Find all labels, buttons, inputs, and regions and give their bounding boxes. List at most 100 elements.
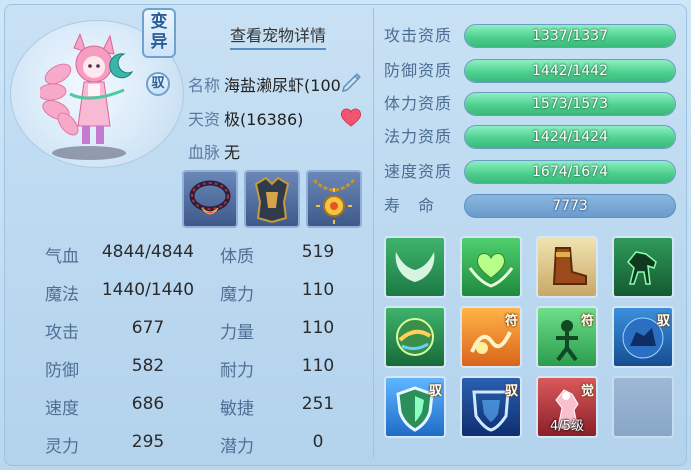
aptitude-label: 防御资质	[384, 61, 453, 80]
variant-badge-bottom: 异	[150, 32, 168, 52]
pet-talent-row: 天资 极(16386)	[188, 106, 303, 130]
awaken-skill-icon[interactable]: 觉 4/5级	[536, 376, 598, 438]
stat-value: 519	[301, 242, 335, 262]
stat-value: 110	[301, 280, 335, 300]
necklace-red-icon	[189, 180, 231, 215]
shield-skill-icon[interactable]: 驭	[384, 376, 446, 438]
pet-bloodline-row: 血脉无	[188, 139, 240, 163]
amulet-gold-icon	[312, 178, 356, 224]
rune-fire-skill-icon[interactable]: 符	[460, 306, 522, 368]
barrier-skill-icon[interactable]: 驭	[460, 376, 522, 438]
stat-row: 魔法 1440/1440 魔力 110	[40, 276, 370, 314]
equip-slot-1[interactable]	[182, 170, 238, 228]
aptitude-magic: 法力资质 1424/1424	[384, 125, 678, 149]
heart-icon[interactable]	[339, 106, 363, 128]
panel-divider	[373, 8, 374, 458]
horse-skill-icon[interactable]	[612, 236, 674, 298]
aptitude-label: 攻击资质	[384, 26, 453, 45]
talent-label: 天资	[188, 110, 221, 129]
skill-tag: 驭	[656, 314, 670, 329]
variant-badge-top: 变	[150, 12, 168, 32]
aptitude-value: 1573/1573	[532, 96, 608, 112]
aptitude-bar: 1424/1424	[464, 125, 676, 149]
stat-label: 敏捷	[220, 399, 254, 419]
skill-tag: 驭	[428, 384, 442, 399]
stat-row: 灵力 295 潜力 0	[40, 428, 370, 466]
pet-detail-window: 变 异 驭 查看宠物详情 名称 海盐濑尿虾(100 天资 极(16386) 血脉无	[0, 0, 691, 470]
variant-badge: 变 异	[142, 8, 176, 58]
heart-skill-icon[interactable]	[460, 236, 522, 298]
stat-row: 气血 4844/4844 体质 519	[40, 238, 370, 276]
stat-row: 攻击 677 力量 110	[40, 314, 370, 352]
boot-skill-icon[interactable]	[536, 236, 598, 298]
stat-label: 力量	[220, 323, 254, 343]
stat-row: 防御 582 耐力 110	[40, 352, 370, 390]
orb-skill-icon[interactable]	[384, 306, 446, 368]
stat-label: 魔法	[45, 285, 79, 305]
stat-label: 气血	[45, 247, 79, 267]
stat-label: 速度	[45, 399, 79, 419]
stat-row: 速度 686 敏捷 251	[40, 390, 370, 428]
talent-value: 极(16386)	[224, 110, 304, 129]
skill-tag: 符	[580, 314, 594, 329]
tame-badge: 驭	[146, 72, 170, 96]
wings-skill-icon[interactable]	[384, 236, 446, 298]
skill-level: 4/5级	[550, 419, 584, 434]
stat-label: 耐力	[220, 361, 254, 381]
empty-skill-slot[interactable]	[612, 376, 674, 438]
stat-label: 灵力	[45, 437, 79, 457]
stat-value: 110	[301, 318, 335, 338]
name-value: 海盐濑尿虾(100	[224, 76, 341, 95]
lifespan-value: 7773	[552, 198, 588, 214]
aptitude-value: 1674/1674	[532, 164, 608, 180]
stat-label: 潜力	[220, 437, 254, 457]
pet-name-row: 名称 海盐濑尿虾(100	[188, 72, 341, 96]
aptitude-speed: 速度资质 1674/1674	[384, 160, 678, 184]
aptitude-label: 法力资质	[384, 127, 453, 146]
aptitude-bar: 1674/1674	[464, 160, 676, 184]
stat-label: 魔力	[220, 285, 254, 305]
edit-name-icon[interactable]	[340, 70, 362, 92]
stat-value: 4844/4844	[101, 242, 195, 262]
lifespan-row: 寿 命 7773	[384, 194, 678, 218]
aptitude-defense: 防御资质 1442/1442	[384, 59, 678, 83]
aptitude-value: 1442/1442	[532, 63, 608, 79]
bloodline-label: 血脉	[188, 143, 221, 162]
stat-value: 686	[131, 394, 165, 414]
skill-tag: 觉	[580, 384, 594, 399]
aptitude-attack: 攻击资质 1337/1337	[384, 24, 678, 48]
pet-portrait-icon	[40, 34, 134, 144]
equip-slot-3[interactable]	[306, 170, 362, 228]
pet-tails	[40, 63, 79, 136]
equip-slot-2[interactable]	[244, 170, 300, 228]
stat-value: 582	[131, 356, 165, 376]
stat-value: 251	[301, 394, 335, 414]
pet-stats-table: 气血 4844/4844 体质 519 魔法 1440/1440 魔力 110 …	[40, 238, 370, 466]
aptitude-bar: 1573/1573	[464, 92, 676, 116]
aptitude-bar: 1442/1442	[464, 59, 676, 83]
armor-icon	[254, 176, 290, 224]
stat-label: 体质	[220, 247, 254, 267]
lifespan-bar: 7773	[464, 194, 676, 218]
stat-value: 677	[131, 318, 165, 338]
skill-tag: 驭	[504, 384, 518, 399]
bloodline-value: 无	[224, 143, 241, 162]
stat-value: 110	[301, 356, 335, 376]
aptitude-value: 1337/1337	[532, 28, 608, 44]
aptitude-stamina: 体力资质 1573/1573	[384, 92, 678, 116]
view-pet-details-link[interactable]: 查看宠物详情	[230, 22, 327, 50]
lifespan-label: 寿 命	[384, 196, 436, 215]
stat-label: 攻击	[45, 323, 79, 343]
stat-value: 295	[131, 432, 165, 452]
aptitude-label: 速度资质	[384, 162, 453, 181]
stat-value: 0	[312, 432, 324, 452]
aptitude-label: 体力资质	[384, 94, 453, 113]
aptitude-bar: 1337/1337	[464, 24, 676, 48]
skill-tag: 符	[504, 314, 518, 329]
rune-figure-skill-icon[interactable]: 符	[536, 306, 598, 368]
name-label: 名称	[188, 76, 221, 95]
stat-value: 1440/1440	[101, 280, 195, 300]
aptitude-value: 1424/1424	[532, 129, 608, 145]
beast-blue-skill-icon[interactable]: 驭	[612, 306, 674, 368]
stat-label: 防御	[45, 361, 79, 381]
